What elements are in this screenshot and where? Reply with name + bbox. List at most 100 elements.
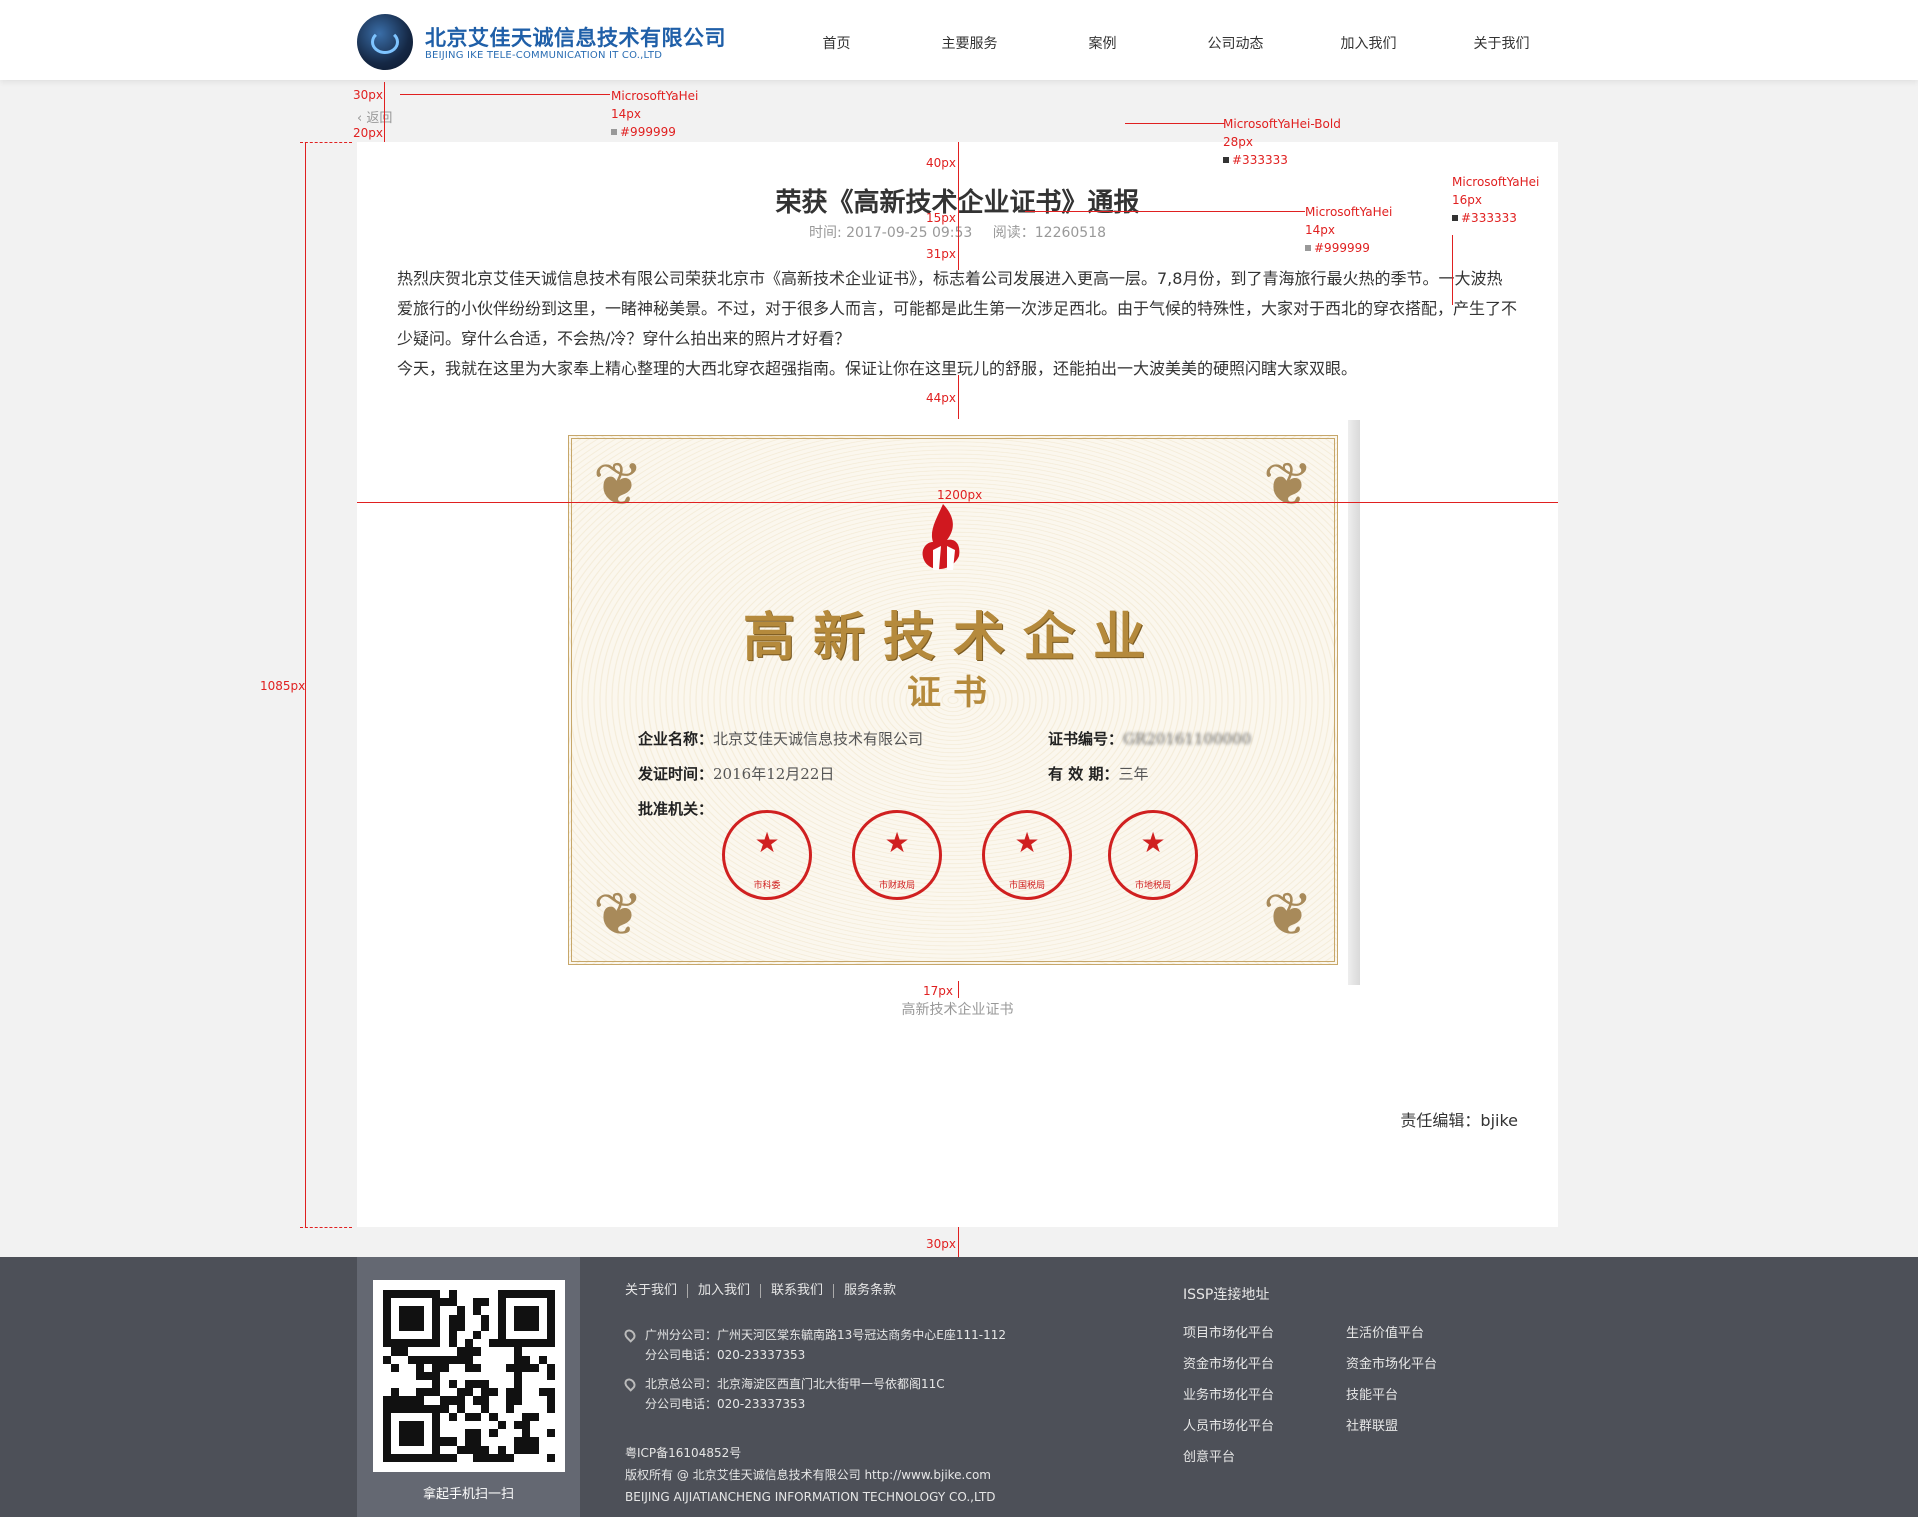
annotation-color: #999999 bbox=[1314, 241, 1370, 255]
annotation-label: #333333 bbox=[1452, 209, 1517, 227]
cert-number-label: 证书编号： bbox=[1048, 730, 1124, 748]
footer-link-join[interactable]: 加入我们 bbox=[688, 1284, 762, 1298]
main-nav: 首页 主要服务 案例 公司动态 加入我们 关于我们 bbox=[770, 0, 1568, 80]
torch-emblem-icon bbox=[922, 504, 960, 570]
cert-issue-row: 发证时间：2016年12月22日 bbox=[638, 763, 834, 784]
cert-number-value: GR20161100000 bbox=[1123, 730, 1252, 748]
color-swatch bbox=[1452, 215, 1458, 221]
cert-authority-row: 批准机关： bbox=[638, 798, 713, 819]
star-icon: ★ bbox=[1014, 826, 1040, 859]
annotation-line bbox=[1125, 123, 1225, 124]
ornament-icon: ❦ bbox=[1262, 450, 1314, 520]
icp-number: 粤ICP备16104852号 bbox=[625, 1446, 742, 1460]
seal-stamp: ★ 市财政局 bbox=[852, 810, 942, 900]
address-line: 广州分公司：广州天河区棠东毓南路13号冠达商务中心E座111-112 bbox=[645, 1328, 1006, 1342]
article-time: 时间: 2017-09-25 09:53 bbox=[808, 225, 973, 241]
annotation-label: 44px bbox=[926, 391, 956, 405]
logo[interactable]: 北京艾佳天诚信息技术有限公司 BEIJING IKE TELE-COMMUNIC… bbox=[357, 12, 726, 72]
certificate-image: ❦ ❦ ❦ ❦ 高新技术企业 证书 企业名称：北京艾佳天诚信息技术有限公司 证书… bbox=[558, 420, 1360, 985]
annotation-line bbox=[958, 142, 959, 270]
annotation-label: 16px bbox=[1452, 193, 1482, 207]
annotation-label: MicrosoftYaHei bbox=[611, 89, 699, 103]
cert-issue-value: 2016年12月22日 bbox=[713, 765, 835, 783]
ornament-icon: ❦ bbox=[592, 450, 644, 520]
logo-company-name: 北京艾佳天诚信息技术有限公司 bbox=[425, 26, 726, 50]
address-line: 北京总公司：北京海淀区西直门北大街甲一号依都阁11C bbox=[645, 1377, 945, 1391]
annotation-line bbox=[300, 1227, 352, 1228]
logo-emblem-icon bbox=[357, 14, 413, 70]
footer-copyright: 粤ICP备16104852号 版权所有 @ 北京艾佳天诚信息技术有限公司 htt… bbox=[625, 1442, 996, 1508]
annotation-line bbox=[400, 94, 610, 95]
annotation-label: 40px bbox=[926, 156, 956, 170]
seal-stamp: ★ 市地税局 bbox=[1108, 810, 1198, 900]
annotation-label: MicrosoftYaHei bbox=[1305, 205, 1393, 219]
cert-valid-value: 三年 bbox=[1118, 765, 1149, 783]
annotation-label: 17px bbox=[923, 984, 953, 998]
star-icon: ★ bbox=[1140, 826, 1166, 859]
seal-stamp: ★ 市科委 bbox=[722, 810, 812, 900]
nav-news[interactable]: 公司动态 bbox=[1169, 0, 1302, 80]
nav-join-us[interactable]: 加入我们 bbox=[1302, 0, 1435, 80]
annotation-line bbox=[958, 981, 959, 998]
seal-label: 市地税局 bbox=[1134, 881, 1171, 891]
issp-link[interactable]: 技能平台 bbox=[1346, 1387, 1509, 1405]
issp-link[interactable]: 业务市场化平台 bbox=[1183, 1387, 1346, 1405]
star-icon: ★ bbox=[884, 826, 910, 859]
issp-links: 项目市场化平台 生活价值平台 资金市场化平台 资金市场化平台 业务市场化平台 技… bbox=[1183, 1325, 1513, 1467]
company-english-name: BEIJING AIJIATIANCHENG INFORMATION TECHN… bbox=[625, 1490, 996, 1504]
copyright-text: 版权所有 @ 北京艾佳天诚信息技术有限公司 http://www.bjike.c… bbox=[625, 1468, 991, 1482]
nav-cases[interactable]: 案例 bbox=[1036, 0, 1169, 80]
annotation-line bbox=[1452, 235, 1453, 305]
annotation-label: 30px bbox=[926, 1237, 956, 1251]
annotation-label: MicrosoftYaHei-Bold bbox=[1223, 117, 1341, 131]
issp-link[interactable]: 创意平台 bbox=[1183, 1449, 1346, 1467]
cert-company-row: 企业名称：北京艾佳天诚信息技术有限公司 bbox=[638, 728, 923, 749]
footer-link-terms[interactable]: 服务条款 bbox=[834, 1284, 906, 1298]
nav-about-us[interactable]: 关于我们 bbox=[1435, 0, 1568, 80]
footer-link-contact[interactable]: 联系我们 bbox=[761, 1284, 835, 1298]
article-paragraph: 热烈庆贺北京艾佳天诚信息技术有限公司荣获北京市《高新技术企业证书》，标志着公司发… bbox=[397, 269, 1518, 348]
issp-link[interactable]: 生活价值平台 bbox=[1346, 1325, 1509, 1343]
annotation-label: 31px bbox=[926, 247, 956, 261]
annotation-label: #333333 bbox=[1223, 151, 1288, 169]
site-footer: 拿起手机扫一扫 关于我们 加入我们 联系我们 服务条款 广州分公司：广州天河区棠… bbox=[0, 1257, 1918, 1517]
annotation-label: 1085px bbox=[260, 679, 306, 693]
phone-line: 分公司电话：020-23337353 bbox=[645, 1397, 806, 1411]
annotation-line bbox=[1025, 211, 1305, 212]
seal-label: 市科委 bbox=[753, 881, 781, 891]
cert-issue-label: 发证时间： bbox=[638, 765, 714, 783]
qr-code-icon bbox=[373, 1280, 565, 1472]
annotation-label: 1200px bbox=[937, 488, 983, 502]
cert-valid-label: 有 效 期： bbox=[1048, 765, 1119, 783]
annotation-line bbox=[958, 1227, 959, 1257]
annotation-label: #999999 bbox=[611, 123, 676, 141]
footer-link-about[interactable]: 关于我们 bbox=[625, 1284, 689, 1298]
issp-link[interactable]: 项目市场化平台 bbox=[1183, 1325, 1346, 1343]
issp-link[interactable]: 资金市场化平台 bbox=[1183, 1356, 1346, 1374]
certificate-subtitle: 证书 bbox=[907, 673, 999, 713]
cert-company-label: 企业名称： bbox=[638, 730, 714, 748]
annotation-line bbox=[384, 82, 385, 142]
nav-home[interactable]: 首页 bbox=[770, 0, 903, 80]
nav-services[interactable]: 主要服务 bbox=[903, 0, 1036, 80]
qr-panel: 拿起手机扫一扫 bbox=[357, 1257, 580, 1517]
article-card: 荣获《高新技术企业证书》通报 时间: 2017-09-25 09:53 阅读：1… bbox=[357, 142, 1558, 1227]
article-editor: 责任编辑：bjike bbox=[1400, 1111, 1518, 1130]
annotation-label: 30px bbox=[353, 88, 383, 102]
color-swatch bbox=[1305, 245, 1311, 251]
issp-link[interactable]: 社群联盟 bbox=[1346, 1418, 1509, 1436]
issp-title: ISSP连接地址 bbox=[1183, 1287, 1270, 1303]
cert-company-value: 北京艾佳天诚信息技术有限公司 bbox=[713, 730, 924, 748]
annotation-color: #333333 bbox=[1461, 211, 1517, 225]
site-header: 北京艾佳天诚信息技术有限公司 BEIJING IKE TELE-COMMUNIC… bbox=[0, 0, 1918, 80]
issp-link[interactable]: 人员市场化平台 bbox=[1183, 1418, 1346, 1436]
seal-label: 市财政局 bbox=[878, 881, 915, 891]
annotation-line bbox=[958, 375, 959, 419]
issp-link[interactable]: 资金市场化平台 bbox=[1346, 1356, 1509, 1374]
image-caption: 高新技术企业证书 bbox=[901, 1002, 1014, 1018]
annotation-label: 28px bbox=[1223, 135, 1253, 149]
annotation-label: 14px bbox=[1305, 223, 1335, 237]
beijing-address: 北京总公司：北京海淀区西直门北大街甲一号依都阁11C 分公司电话：020-233… bbox=[622, 1374, 945, 1414]
annotation-label: 20px bbox=[353, 126, 383, 140]
seal-label: 市国税局 bbox=[1008, 881, 1045, 891]
